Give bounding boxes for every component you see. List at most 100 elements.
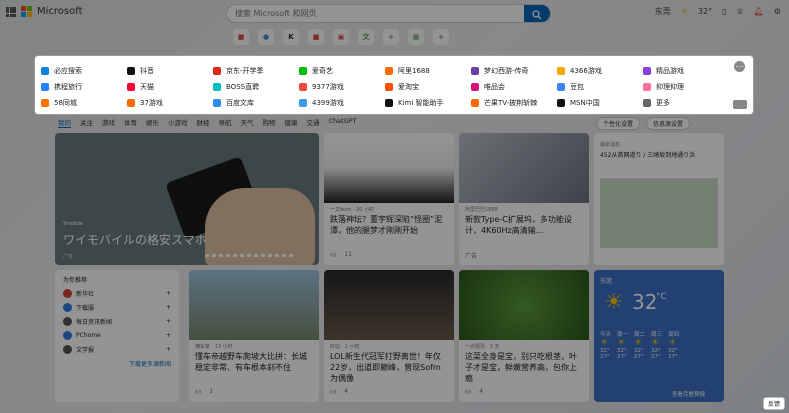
shortcut-more[interactable]: 更多 <box>643 95 729 111</box>
gear-icon[interactable]: ⚙ <box>774 7 781 16</box>
tab-weather[interactable]: 天气 <box>241 117 254 128</box>
shortcut-msn[interactable]: MSN中国 <box>557 95 643 111</box>
add-icon[interactable]: + <box>166 304 171 311</box>
recommend-item[interactable]: 下载服 + <box>63 303 171 312</box>
phone-icon[interactable]: ▯ <box>722 7 726 16</box>
shortcut-bilibili[interactable]: 抑理抑理 <box>643 79 729 95</box>
search-input[interactable] <box>227 5 527 22</box>
forecast-day[interactable]: 周四 ☀ 32° 27° <box>668 330 679 360</box>
shortcut-4399[interactable]: 4399游戏 <box>299 95 385 111</box>
shortcut-1688[interactable]: 阿里1688 <box>385 63 471 79</box>
shortcut-jd[interactable]: 京东-开学季 <box>213 63 299 79</box>
tab-health[interactable]: 健康 <box>285 117 298 128</box>
add-quick-link-button[interactable]: + <box>433 29 449 45</box>
news-title[interactable]: 这菜全身是宝，别只吃根茎，叶子才是宝，鲜嫩营养高，包你上瘾 <box>465 351 580 384</box>
shortcut-ctrip[interactable]: 携程旅行 <box>41 79 127 95</box>
news-title[interactable]: 懂车帝越野车爬坡大比拼：长城稳定非常、有车根本刹不住 <box>195 351 310 373</box>
quick-link-1[interactable]: ■ <box>233 29 249 45</box>
tab-finance[interactable]: 财经 <box>197 117 210 128</box>
recommend-item[interactable]: PChome + <box>63 331 171 340</box>
tab-follow[interactable]: 关注 <box>80 117 93 128</box>
shortcut-tmall[interactable]: 天猫 <box>127 79 213 95</box>
like-icon[interactable]: 👍︎ <box>195 388 201 396</box>
tab-entertainment[interactable]: 娱乐 <box>146 117 159 128</box>
add-icon[interactable]: + <box>166 290 171 297</box>
shortcut-jingpin[interactable]: 精品游戏 <box>643 63 729 79</box>
tab-navigation[interactable]: 导航 <box>219 117 232 128</box>
personalize-button[interactable]: 个性化设置 <box>596 117 641 130</box>
news-card[interactable]: 一点视讯 · 1 天 这菜全身是宝，别只吃根茎，叶子才是宝，鲜嫩营养高，包你上瘾… <box>459 270 589 402</box>
map-text[interactable]: 452从首网道り / 三崎坂到地通り浜 <box>600 151 718 160</box>
brand-logo[interactable]: Microsoft <box>6 6 83 17</box>
quick-link-3[interactable]: K <box>283 29 299 45</box>
shortcut-menghuan[interactable]: 梦幻西游-传奇 <box>471 63 557 79</box>
add-icon[interactable]: + <box>166 332 171 339</box>
shortcut-4366[interactable]: 4366游戏 <box>557 63 643 79</box>
search-button[interactable] <box>524 5 550 22</box>
shortcut-douyin[interactable]: 抖音 <box>127 63 213 79</box>
recommend-more[interactable]: 下载更多源新闻 <box>63 359 171 368</box>
weather-card[interactable]: 东莞 ☀ 32 °C 今天 ☀ 32° 27° 周一 ☀ 32° 27° 周二 ☀ 32° 27°… <box>594 270 724 402</box>
shortcut-kimi[interactable]: Kimi 智能助手 <box>385 95 471 111</box>
shortcut-wenku[interactable]: 百度文库 <box>213 95 299 111</box>
bell-icon[interactable]: 🔔︎ <box>754 7 764 16</box>
feedback-button[interactable]: 反馈 <box>762 397 785 410</box>
add-icon[interactable]: + <box>166 346 171 353</box>
shortcut-58[interactable]: 58同城 <box>41 95 127 111</box>
collapse-panel-icon[interactable] <box>733 100 747 109</box>
weather-location[interactable]: 东莞 <box>655 6 671 17</box>
shortcut-9377[interactable]: 9377游戏 <box>299 79 385 95</box>
recommend-item[interactable]: 每日资讯新闻 + <box>63 317 171 326</box>
forecast-day[interactable]: 周一 ☀ 32° 27° <box>617 330 628 360</box>
trophy-icon[interactable]: ♕ <box>737 7 744 16</box>
recommend-more-link[interactable]: 下载更多源新闻 <box>129 359 171 368</box>
shortcut-iqiyi[interactable]: 爱奇艺 <box>299 63 385 79</box>
news-title[interactable]: LOL新生代冠军打野离世！年仅22岁，出道即巅峰，曾现Sofm为偶像 <box>330 351 445 384</box>
forecast-day[interactable]: 周二 ☀ 32° 27° <box>634 330 645 360</box>
map-image[interactable] <box>600 178 718 248</box>
news-title[interactable]: 新款Type-C扩展坞，多功能设计，4K60Hz高清输... <box>465 214 580 236</box>
news-card[interactable]: 懂车家 · 13 小时 懂车帝越野车爬坡大比拼：长城稳定非常、有车根本刹不住 👍… <box>189 270 319 402</box>
tab-games[interactable]: 游戏 <box>102 117 115 128</box>
tab-sports[interactable]: 体育 <box>124 117 137 128</box>
like-icon[interactable]: 👍︎ <box>330 388 336 396</box>
news-card[interactable]: 一文boot · 20 小时 跌落神坛？董宇辉深陷“怪圈”泥潭，他的腿梦才刚刚开… <box>324 133 454 265</box>
shortcut-mango[interactable]: 芒果TV-披荆斩棘 <box>471 95 557 111</box>
news-card[interactable]: 阿里巴巴1688 新款Type-C扩展坞，多功能设计，4K60Hz高清输... … <box>459 133 589 265</box>
news-title[interactable]: 跌落神坛？董宇辉深陷“怪圈”泥潭，他的腿梦才刚刚开始 <box>330 214 445 236</box>
more-options-icon[interactable]: ⋯ <box>734 61 745 72</box>
shortcut-37[interactable]: 37游戏 <box>127 95 213 111</box>
quick-link-7[interactable]: + <box>383 29 399 45</box>
quick-link-6[interactable]: 文 <box>358 29 374 45</box>
hero-card[interactable]: Ymobile ワイモバイルの格安スマホ 广告 <box>55 133 319 265</box>
feed-settings-button[interactable]: 信息源设置 <box>646 117 691 130</box>
search-box[interactable] <box>226 4 551 23</box>
tab-mine[interactable]: 我的 <box>58 117 71 128</box>
shortcut-boss[interactable]: BOSS直聘 <box>213 79 299 95</box>
quick-link-5[interactable]: ▣ <box>333 29 349 45</box>
news-card[interactable]: 好站 · 1 小时 LOL新生代冠军打野离世！年仅22岁，出道即巅峰，曾现Sof… <box>324 270 454 402</box>
recommend-item[interactable]: 新华社 + <box>63 289 171 298</box>
map-card[interactable]: 最新消息 452从首网道り / 三崎坂到地通り浜 <box>594 133 724 265</box>
tab-traffic[interactable]: 交通 <box>307 117 320 128</box>
hero-title[interactable]: ワイモバイルの格安スマホ <box>63 231 207 248</box>
quick-link-4[interactable]: ■ <box>308 29 324 45</box>
forecast-day[interactable]: 今天 ☀ 32° 27° <box>600 330 611 360</box>
tab-shopping[interactable]: 购物 <box>263 117 276 128</box>
carousel-pager[interactable] <box>205 254 295 257</box>
quick-link-2[interactable]: ● <box>258 29 274 45</box>
like-icon[interactable]: 👍︎ <box>330 251 336 259</box>
shortcut-doubao[interactable]: 豆包 <box>557 79 643 95</box>
weather-more-link[interactable]: 查看完整预报 <box>672 390 705 398</box>
recommend-item[interactable]: 文学报 + <box>63 345 171 354</box>
tab-mini-games[interactable]: 小游戏 <box>168 117 188 128</box>
apps-grid-icon[interactable] <box>6 6 16 17</box>
shortcut-bing[interactable]: 必应搜索 <box>41 63 127 79</box>
quick-link-8[interactable]: ▦ <box>408 29 424 45</box>
add-icon[interactable]: + <box>166 318 171 325</box>
tab-chatgpt[interactable]: ChatGPT <box>329 117 357 128</box>
header-temperature[interactable]: 32° <box>698 7 712 16</box>
like-icon[interactable]: 👍︎ <box>465 388 471 396</box>
shortcut-vip[interactable]: 唯品会 <box>471 79 557 95</box>
forecast-day[interactable]: 周三 ☀ 32° 27° <box>651 330 662 360</box>
